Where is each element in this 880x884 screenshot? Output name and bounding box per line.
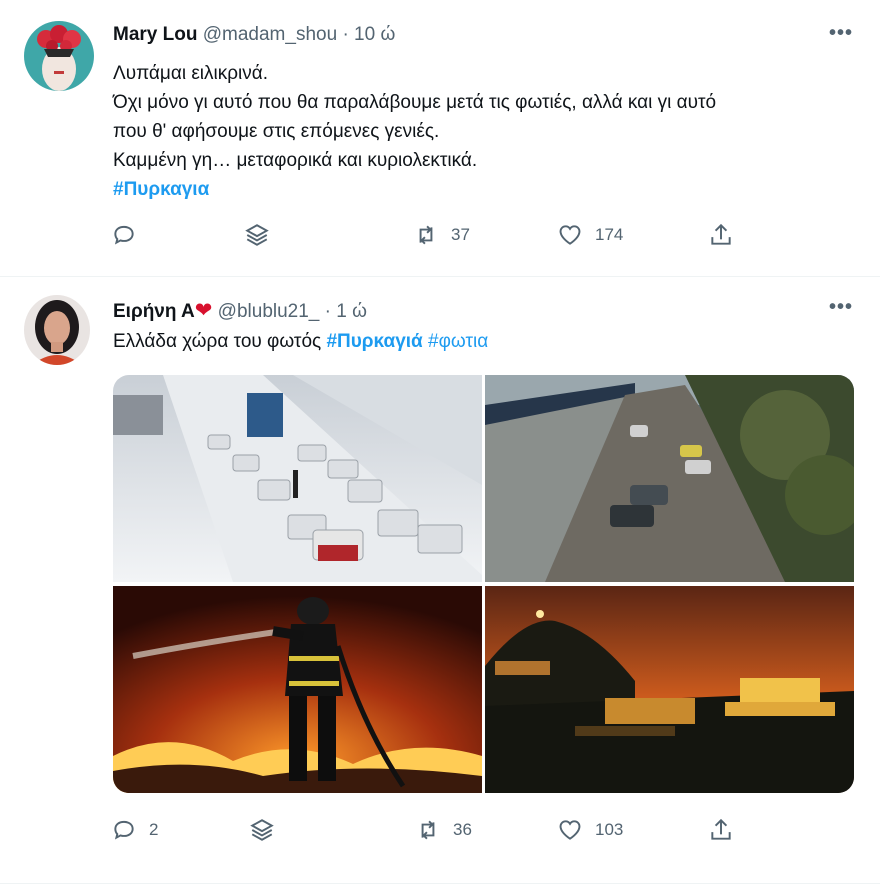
reply-icon (114, 820, 134, 840)
heart-icon (559, 820, 581, 840)
share-icon (711, 223, 731, 245)
retweet-count: 36 (453, 820, 472, 839)
layers-icon (245, 224, 269, 246)
heart-emoji-icon: ❤ (194, 299, 213, 322)
heart-icon (559, 225, 581, 245)
retweet-count: 37 (451, 225, 470, 244)
hashtag-link[interactable]: #φωτια (428, 331, 488, 352)
like-button[interactable]: 103 (557, 817, 623, 843)
user-handle[interactable]: @madam_shou (203, 24, 337, 45)
media-grid (113, 375, 854, 793)
display-name[interactable]: Mary Lou (113, 24, 197, 45)
hashtag-link[interactable]: #Πυρκαγια (113, 179, 209, 200)
share-button[interactable] (708, 817, 734, 843)
like-count: 103 (595, 820, 624, 839)
retweet-button[interactable]: 37 (413, 222, 470, 248)
user-handle[interactable]: @blublu21_ (218, 301, 320, 322)
thread-button[interactable] (249, 817, 275, 843)
share-icon (711, 818, 731, 840)
tweet-line: που θ' αφήσουμε στις επόμενες γενιές. (113, 121, 440, 142)
more-options-icon[interactable]: ••• (829, 296, 853, 319)
avatar[interactable] (24, 21, 94, 91)
tweet-header: Ειρήνη Α❤ @blublu21_ · 1 ώ (113, 298, 367, 323)
reply-button[interactable]: 2 (111, 817, 158, 843)
retweet-button[interactable]: 36 (415, 817, 472, 843)
share-button[interactable] (708, 222, 734, 248)
tweet-text: Λυπάμαι ειλικρινά. Όχι μόνο γι αυτό που … (113, 59, 716, 204)
photo-firefighter[interactable] (113, 586, 482, 793)
reply-button[interactable] (111, 222, 149, 248)
layers-icon (250, 819, 274, 841)
tweet-actions: 2 36 103 (0, 817, 880, 857)
tweet-2[interactable]: Ειρήνη Α❤ @blublu21_ · 1 ώ ••• Ελλάδα χώ… (0, 277, 880, 884)
photo-snowy-highway[interactable] (113, 375, 482, 582)
like-count: 174 (595, 225, 624, 244)
tweet-text: Ελλάδα χώρα του φωτός #Πυρκαγιά #φωτια (113, 327, 488, 356)
reply-count: 2 (149, 820, 159, 839)
timestamp[interactable]: 10 ώ (354, 24, 395, 45)
timestamp[interactable]: 1 ώ (336, 301, 367, 322)
tweet-line: Καμμένη γη… μεταφορικά και κυριολεκτικά. (113, 150, 478, 171)
tweet-body: Ελλάδα χώρα του φωτός (113, 331, 322, 352)
more-options-icon[interactable]: ••• (829, 22, 853, 45)
photo-acropolis-fire[interactable] (485, 586, 854, 793)
display-name[interactable]: Ειρήνη Α (113, 301, 195, 322)
photo-flooded-road[interactable] (485, 375, 854, 582)
hashtag-link[interactable]: #Πυρκαγιά (326, 331, 422, 352)
tweet-line: Λυπάμαι ειλικρινά. (113, 63, 269, 84)
like-button[interactable]: 174 (557, 222, 623, 248)
thread-button[interactable] (244, 222, 270, 248)
tweet-actions: 37 174 (0, 222, 880, 262)
avatar[interactable] (24, 295, 90, 365)
retweet-icon (421, 820, 435, 840)
retweet-icon (419, 225, 433, 245)
tweet-1[interactable]: Mary Lou @madam_shou · 10 ώ ••• Λυπάμαι … (0, 0, 880, 277)
separator: · (342, 24, 349, 45)
separator: · (324, 301, 331, 322)
reply-icon (114, 225, 134, 245)
tweet-line: Όχι μόνο γι αυτό που θα παραλάβουμε μετά… (113, 92, 717, 113)
tweet-header: Mary Lou @madam_shou · 10 ώ (113, 24, 395, 46)
